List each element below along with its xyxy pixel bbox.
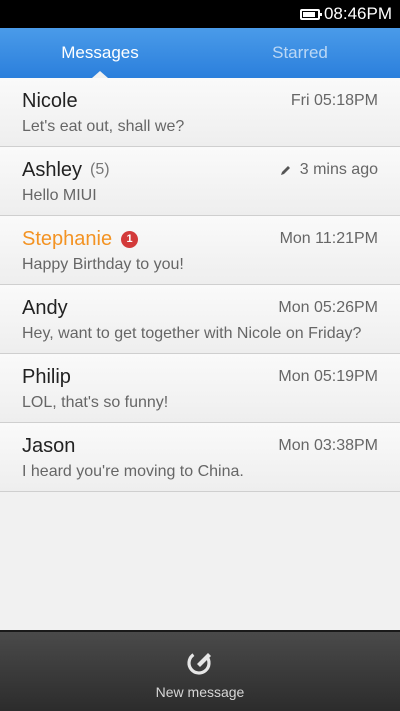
message-time: Mon 05:19PM xyxy=(278,368,378,386)
pencil-icon xyxy=(280,166,290,175)
contact-name: Andy xyxy=(22,296,68,319)
unread-badge: 1 xyxy=(121,230,139,248)
message-time-text: 3 mins ago xyxy=(299,161,378,178)
conversation-row[interactable]: Jason Mon 03:38PM I heard you're moving … xyxy=(0,423,400,492)
tab-starred-label: Starred xyxy=(272,43,328,62)
tab-active-indicator xyxy=(92,71,108,78)
contact-name: Stephanie xyxy=(22,227,113,250)
status-bar: 08:46PM xyxy=(0,0,400,28)
tab-messages-label: Messages xyxy=(61,43,139,62)
contact-name: Nicole xyxy=(22,89,78,112)
message-time: Mon 05:26PM xyxy=(278,299,378,317)
message-preview: Let's eat out, shall we? xyxy=(22,118,185,135)
tab-messages[interactable]: Messages xyxy=(0,28,200,78)
new-message-button[interactable]: New message xyxy=(0,630,400,711)
message-time: Mon 11:21PM xyxy=(280,230,378,248)
message-time-text: Mon 11:21PM xyxy=(279,230,378,247)
battery-icon xyxy=(299,8,322,20)
conversation-row[interactable]: Andy Mon 05:26PM Hey, want to get togeth… xyxy=(0,285,400,354)
conversation-row[interactable]: Stephanie 1 Mon 11:21PM Happy Birthday t… xyxy=(0,216,400,285)
status-time: 08:46PM xyxy=(323,4,392,23)
message-time-text: Fri 05:18PM xyxy=(290,92,378,109)
message-time: Fri 05:18PM xyxy=(291,92,378,110)
message-preview: Hey, want to get together with Nicole on… xyxy=(22,325,362,342)
conversation-row[interactable]: Philip Mon 05:19PM LOL, that's so funny! xyxy=(0,354,400,423)
message-time-text: Mon 03:38PM xyxy=(278,437,378,454)
contact-name: Philip xyxy=(22,365,71,388)
tab-starred[interactable]: Starred xyxy=(200,28,400,78)
compose-icon xyxy=(187,650,211,675)
message-time-text: Mon 05:19PM xyxy=(278,368,378,385)
tab-bar: Messages Starred xyxy=(0,28,400,78)
message-preview: LOL, that's so funny! xyxy=(22,394,169,411)
message-count: (5) xyxy=(90,161,110,178)
new-message-label: New message xyxy=(155,683,245,700)
battery-fill xyxy=(302,11,315,17)
message-time: 3 mins ago xyxy=(280,161,378,179)
conversation-list: Nicole Fri 05:18PM Let's eat out, shall … xyxy=(0,78,400,492)
contact-name: Ashley xyxy=(22,158,83,181)
message-time: Mon 03:38PM xyxy=(278,437,378,455)
message-preview: I heard you're moving to China. xyxy=(22,463,244,480)
message-time-text: Mon 05:26PM xyxy=(278,299,378,316)
conversation-row[interactable]: Ashley (5) 3 mins ago Hello MIUI xyxy=(0,147,400,216)
contact-name: Jason xyxy=(22,434,76,457)
conversation-row[interactable]: Nicole Fri 05:18PM Let's eat out, shall … xyxy=(0,78,400,147)
message-preview: Happy Birthday to you! xyxy=(22,256,184,273)
message-preview: Hello MIUI xyxy=(22,187,97,204)
